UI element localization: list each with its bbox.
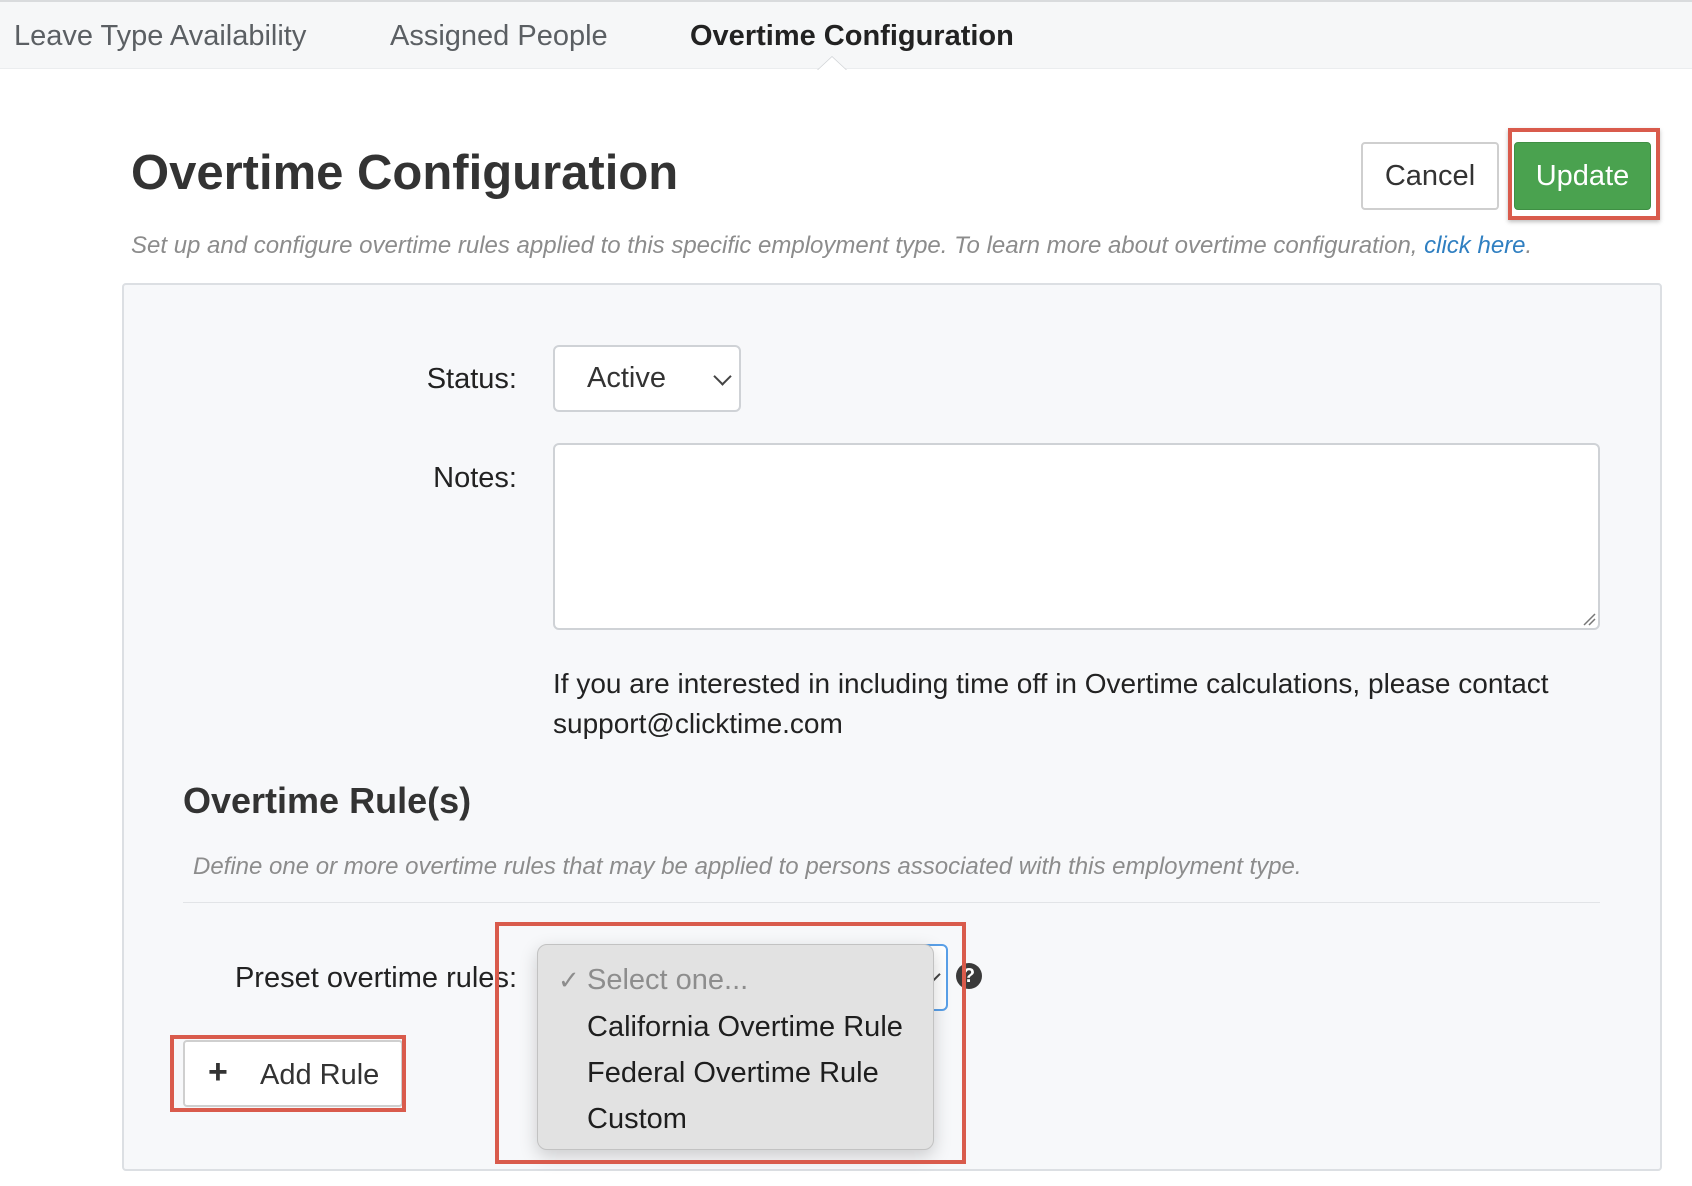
plus-icon: +	[208, 1053, 228, 1091]
time-off-info-text: If you are interested in including time …	[553, 668, 1549, 739]
subtitle-end: .	[1525, 232, 1533, 259]
page-title: Overtime Configuration	[131, 146, 679, 200]
update-button[interactable]: Update	[1514, 142, 1651, 210]
cancel-button[interactable]: Cancel	[1361, 142, 1499, 210]
dropdown-option-select-one[interactable]: ✓ Select one...	[538, 958, 933, 1002]
status-select[interactable]: Active	[553, 345, 741, 412]
status-label: Status:	[426, 363, 517, 395]
dropdown-option-california[interactable]: California Overtime Rule	[538, 1005, 933, 1049]
page-subtitle: Set up and configure overtime rules appl…	[131, 232, 1532, 260]
page: Leave Type Availability Assigned People …	[0, 0, 1692, 1186]
section-divider	[183, 902, 1600, 903]
resize-grip-icon[interactable]	[1580, 610, 1596, 626]
preset-rules-dropdown-menu: ✓ Select one... California Overtime Rule…	[537, 944, 934, 1150]
dropdown-option-label: Select one...	[587, 964, 749, 996]
active-tab-indicator	[817, 56, 847, 70]
dropdown-option-label: Federal Overtime Rule	[587, 1057, 879, 1089]
tab-leave-type-availability[interactable]: Leave Type Availability	[14, 16, 306, 56]
status-value: Active	[587, 362, 666, 394]
dropdown-option-label: California Overtime Rule	[587, 1011, 903, 1043]
click-here-link[interactable]: click here	[1424, 232, 1525, 259]
dropdown-option-federal[interactable]: Federal Overtime Rule	[538, 1051, 933, 1095]
chevron-down-icon	[713, 367, 732, 386]
checkmark-icon: ✓	[558, 965, 580, 995]
add-rule-button[interactable]: + Add Rule	[183, 1040, 403, 1107]
overtime-rules-title: Overtime Rule(s)	[183, 780, 472, 821]
subtitle-text: Set up and configure overtime rules appl…	[131, 232, 1425, 259]
help-icon[interactable]: ?	[956, 963, 982, 989]
dropdown-option-custom[interactable]: Custom	[538, 1097, 933, 1141]
add-rule-label: Add Rule	[260, 1059, 380, 1091]
tab-assigned-people[interactable]: Assigned People	[390, 16, 608, 56]
notes-textarea[interactable]	[553, 443, 1600, 630]
notes-label: Notes:	[433, 462, 517, 494]
overtime-rules-description: Define one or more overtime rules that m…	[193, 853, 1302, 880]
dropdown-option-label: Custom	[587, 1103, 687, 1135]
preset-rules-label: Preset overtime rules:	[234, 962, 517, 994]
tab-overtime-configuration[interactable]: Overtime Configuration	[690, 16, 1014, 56]
